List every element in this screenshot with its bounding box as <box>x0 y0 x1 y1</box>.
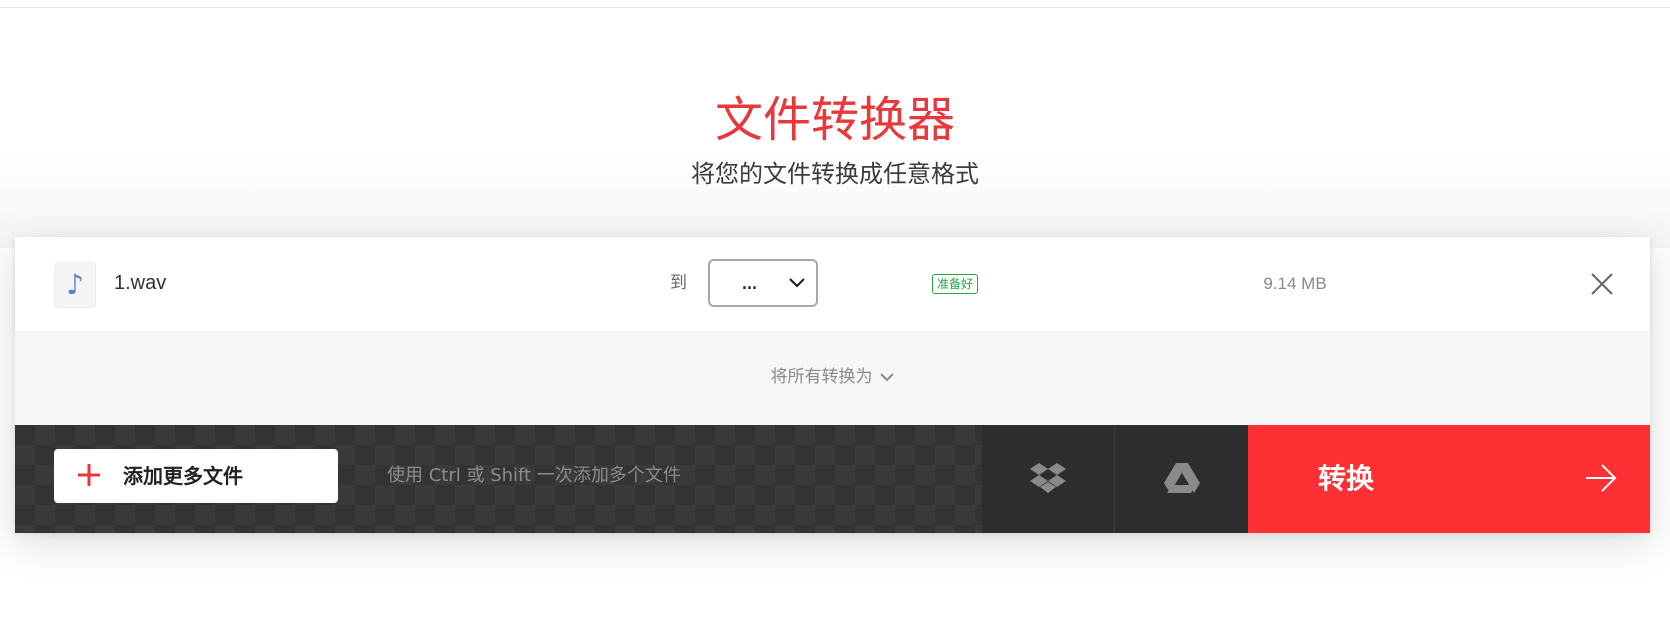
google-drive-button[interactable] <box>1115 425 1248 533</box>
page-title: 文件转换器 <box>714 92 955 148</box>
converter-card: ♪ 1.wav 到 ... 准备好 9.14 MB 将所有转换为 添加更多文件 … <box>15 237 1650 533</box>
music-note-icon: ♪ <box>54 262 96 308</box>
chevron-down-icon <box>879 373 894 382</box>
multi-select-hint: 使用 Ctrl 或 Shift 一次添加多个文件 <box>387 465 681 486</box>
page-subtitle: 将您的文件转换成任意格式 <box>691 160 979 188</box>
convert-all-dropdown[interactable]: 将所有转换为 <box>15 365 1650 389</box>
format-select-value: ... <box>742 273 758 293</box>
file-row: ♪ 1.wav 到 ... 准备好 9.14 MB <box>15 237 1650 331</box>
convert-button[interactable]: 转换 <box>1248 425 1650 533</box>
plus-icon <box>78 464 100 486</box>
to-label: 到 <box>670 273 687 293</box>
arrow-right-icon <box>1586 464 1617 492</box>
format-select[interactable]: ... <box>708 259 818 307</box>
add-more-files-button[interactable]: 添加更多文件 <box>54 449 338 503</box>
file-name: 1.wav <box>114 272 167 294</box>
convert-all-label: 将所有转换为 <box>770 367 873 387</box>
google-drive-icon <box>1164 463 1200 493</box>
dropbox-icon <box>1030 463 1066 493</box>
chevron-down-icon <box>789 278 805 288</box>
file-size: 9.14 MB <box>1263 274 1327 293</box>
close-icon[interactable] <box>1589 271 1615 297</box>
bottom-action-bar: 添加更多文件 使用 Ctrl 或 Shift 一次添加多个文件 转换 <box>15 425 1650 533</box>
convert-button-label: 转换 <box>1318 462 1375 495</box>
add-more-files-label: 添加更多文件 <box>123 464 243 488</box>
status-badge: 准备好 <box>932 274 979 294</box>
dropbox-button[interactable] <box>982 425 1115 533</box>
convert-all-row: 将所有转换为 <box>15 331 1650 425</box>
